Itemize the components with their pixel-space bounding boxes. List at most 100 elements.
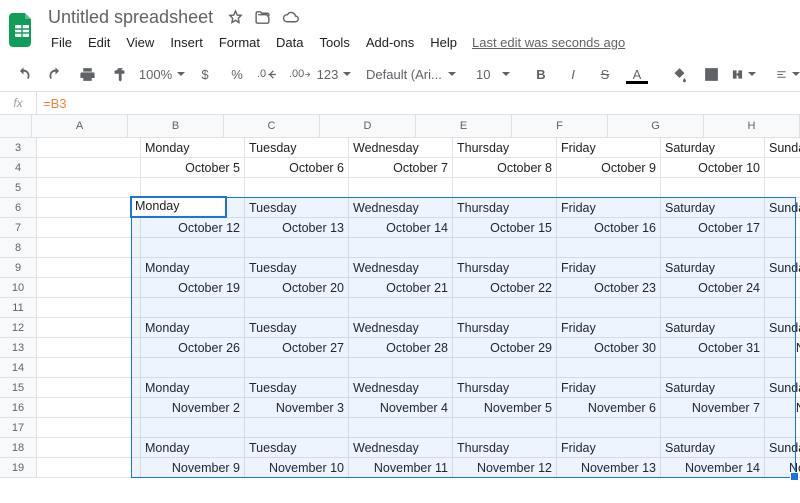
cell[interactable]: November 9 xyxy=(141,458,245,478)
cell[interactable] xyxy=(37,378,141,398)
cell[interactable]: Wednesday xyxy=(349,438,453,458)
cell[interactable] xyxy=(765,358,800,378)
cell[interactable]: Saturday xyxy=(661,138,765,158)
cell[interactable] xyxy=(37,178,141,198)
undo-button[interactable] xyxy=(8,61,38,87)
cell[interactable] xyxy=(453,418,557,438)
cell[interactable]: October 11 xyxy=(765,158,800,178)
cell[interactable]: Thursday xyxy=(453,138,557,158)
percent-button[interactable]: % xyxy=(222,61,252,87)
cell[interactable] xyxy=(37,218,141,238)
cell[interactable] xyxy=(37,338,141,358)
cell[interactable]: Tuesday xyxy=(245,318,349,338)
cell[interactable]: Thursday xyxy=(453,438,557,458)
cell[interactable] xyxy=(37,418,141,438)
cell[interactable] xyxy=(245,238,349,258)
cell[interactable] xyxy=(765,298,800,318)
cell[interactable]: October 8 xyxy=(453,158,557,178)
cell[interactable]: Saturday xyxy=(661,198,765,218)
currency-button[interactable]: $ xyxy=(190,61,220,87)
cell[interactable] xyxy=(141,418,245,438)
cell[interactable] xyxy=(557,358,661,378)
redo-button[interactable] xyxy=(40,61,70,87)
borders-button[interactable] xyxy=(696,61,726,87)
paint-format-button[interactable] xyxy=(104,61,134,87)
cell[interactable] xyxy=(765,418,800,438)
row-header[interactable]: 14 xyxy=(0,358,37,378)
cell[interactable] xyxy=(349,418,453,438)
cell[interactable]: November 12 xyxy=(453,458,557,478)
cell[interactable] xyxy=(37,318,141,338)
cell[interactable] xyxy=(37,138,141,158)
cell[interactable]: October 29 xyxy=(453,338,557,358)
cell[interactable] xyxy=(37,238,141,258)
col-header-c[interactable]: C xyxy=(224,115,320,137)
zoom-select[interactable]: 100% xyxy=(146,61,178,87)
cell[interactable]: Saturday xyxy=(661,318,765,338)
row-header[interactable]: 12 xyxy=(0,318,37,338)
cell[interactable] xyxy=(37,278,141,298)
cell[interactable] xyxy=(453,298,557,318)
cell[interactable]: November 8 xyxy=(765,398,800,418)
cell[interactable]: Sunday xyxy=(765,318,800,338)
last-edit-link[interactable]: Last edit was seconds ago xyxy=(472,35,625,50)
cell[interactable]: October 7 xyxy=(349,158,453,178)
cell[interactable] xyxy=(453,238,557,258)
cell[interactable] xyxy=(765,238,800,258)
cell[interactable]: Thursday xyxy=(453,198,557,218)
cell[interactable] xyxy=(141,178,245,198)
bold-button[interactable]: B xyxy=(526,61,556,87)
cell[interactable]: Sunday xyxy=(765,198,800,218)
cell[interactable]: November 6 xyxy=(557,398,661,418)
cell[interactable] xyxy=(37,258,141,278)
cell[interactable]: Wednesday xyxy=(349,378,453,398)
merge-cells-button[interactable] xyxy=(728,61,760,87)
col-header-a[interactable]: A xyxy=(32,115,128,137)
star-icon[interactable] xyxy=(227,9,244,26)
strikethrough-button[interactable]: S xyxy=(590,61,620,87)
print-button[interactable] xyxy=(72,61,102,87)
cell[interactable] xyxy=(557,238,661,258)
cell[interactable] xyxy=(557,298,661,318)
cell[interactable] xyxy=(37,438,141,458)
cell[interactable]: Monday xyxy=(141,378,245,398)
cell[interactable]: October 10 xyxy=(661,158,765,178)
menu-data[interactable]: Data xyxy=(269,32,310,53)
menu-format[interactable]: Format xyxy=(212,32,267,53)
cell[interactable]: October 18 xyxy=(765,218,800,238)
cell[interactable]: November 3 xyxy=(245,398,349,418)
cell[interactable]: October 27 xyxy=(245,338,349,358)
cell[interactable]: Monday xyxy=(141,198,245,218)
cell[interactable]: October 28 xyxy=(349,338,453,358)
cell[interactable]: Monday xyxy=(141,258,245,278)
cell[interactable]: November 11 xyxy=(349,458,453,478)
cell[interactable]: Thursday xyxy=(453,318,557,338)
cell[interactable] xyxy=(661,418,765,438)
cell[interactable] xyxy=(37,358,141,378)
cell[interactable]: October 15 xyxy=(453,218,557,238)
cell[interactable]: Sunday xyxy=(765,378,800,398)
cell[interactable]: Friday xyxy=(557,138,661,158)
select-all-corner[interactable] xyxy=(0,115,32,137)
increase-decimal-button[interactable]: .00 xyxy=(286,61,316,87)
cell[interactable]: October 9 xyxy=(557,158,661,178)
cell[interactable] xyxy=(765,178,800,198)
cell[interactable]: Saturday xyxy=(661,438,765,458)
cell[interactable]: Monday xyxy=(141,138,245,158)
cell[interactable]: November 14 xyxy=(661,458,765,478)
cell[interactable] xyxy=(349,178,453,198)
horizontal-align-button[interactable] xyxy=(772,61,800,87)
cell[interactable] xyxy=(557,178,661,198)
cell[interactable]: November 13 xyxy=(557,458,661,478)
cell[interactable]: Friday xyxy=(557,198,661,218)
cell[interactable]: November 1 xyxy=(765,338,800,358)
cell[interactable]: Sunday xyxy=(765,138,800,158)
row-header[interactable]: 6 xyxy=(0,198,37,218)
cell[interactable] xyxy=(245,418,349,438)
row-header[interactable]: 9 xyxy=(0,258,37,278)
cell[interactable]: Wednesday xyxy=(349,198,453,218)
cell[interactable]: November 4 xyxy=(349,398,453,418)
cell[interactable]: Monday xyxy=(141,438,245,458)
cell[interactable]: October 12 xyxy=(141,218,245,238)
cell[interactable]: October 20 xyxy=(245,278,349,298)
